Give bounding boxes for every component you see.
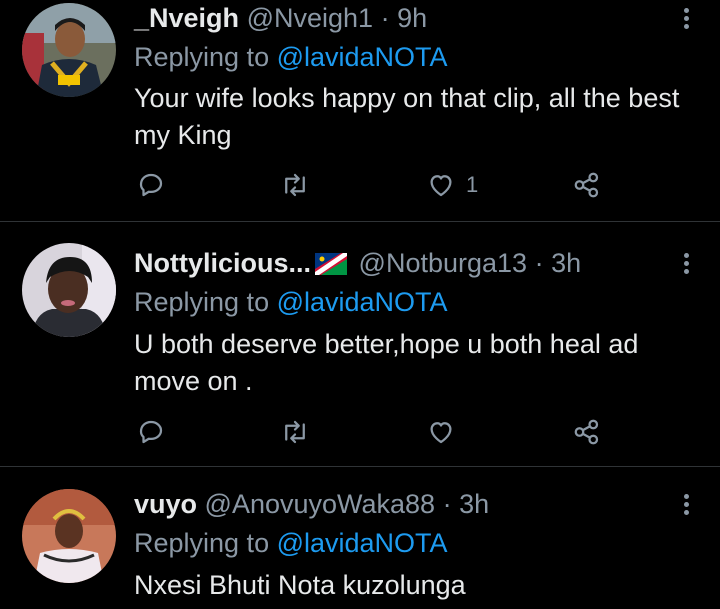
user-handle[interactable]: @Nveigh1 bbox=[247, 3, 373, 33]
avatar-nveigh[interactable] bbox=[22, 3, 116, 97]
tweet-3[interactable]: vuyo @AnovuyoWaka88 · 3h Replying to @la… bbox=[0, 467, 720, 609]
replying-prefix: Replying to bbox=[134, 42, 277, 72]
user-handle[interactable]: @Notburga13 bbox=[359, 248, 528, 278]
like-icon bbox=[430, 422, 452, 444]
separator-dot: · bbox=[380, 3, 390, 33]
tweet-header: vuyo @AnovuyoWaka88 · 3h bbox=[134, 488, 489, 520]
like-count: 1 bbox=[466, 172, 479, 197]
tweet-header: Nottylicious... @Notburga13 · 3h bbox=[134, 247, 581, 279]
timestamp[interactable]: 3h bbox=[551, 248, 581, 278]
tweet-text: U both deserve better,hope u both heal a… bbox=[134, 329, 639, 396]
more-icon[interactable] bbox=[676, 250, 696, 280]
reply-icon bbox=[139, 420, 163, 444]
display-name[interactable]: Nottylicious... bbox=[134, 248, 311, 278]
replying-prefix: Replying to bbox=[134, 528, 277, 558]
tweet-text: Nxesi Bhuti Nota kuzolunga bbox=[134, 570, 466, 600]
reply-button[interactable] bbox=[136, 415, 166, 449]
namibia-flag-icon bbox=[315, 253, 348, 275]
share-button[interactable] bbox=[572, 168, 602, 202]
timestamp[interactable]: 3h bbox=[459, 489, 489, 519]
tweet-1[interactable]: _Nveigh @Nveigh1 · 9h Replying to @lavid… bbox=[0, 0, 720, 221]
like-button[interactable]: 1 bbox=[426, 168, 478, 202]
action-bar bbox=[134, 415, 614, 449]
avatar-vuyo[interactable] bbox=[22, 489, 116, 583]
like-button[interactable] bbox=[426, 415, 466, 449]
tweet-text: Your wife looks happy on that clip, all … bbox=[134, 83, 680, 150]
reply-button[interactable] bbox=[136, 168, 166, 202]
tweet-2[interactable]: Nottylicious... @Notburga13 · 3h Replyin… bbox=[0, 222, 720, 466]
action-bar: 1 bbox=[134, 168, 614, 202]
reply-icon bbox=[139, 173, 163, 197]
display-name[interactable]: vuyo bbox=[134, 489, 197, 519]
mention-link[interactable]: @lavidaNOTA bbox=[277, 287, 448, 317]
retweet-button[interactable] bbox=[280, 415, 310, 449]
retweet-icon bbox=[285, 420, 305, 444]
replying-to: Replying to @lavidaNOTA bbox=[134, 286, 448, 318]
retweet-icon bbox=[285, 173, 305, 197]
mention-link[interactable]: @lavidaNOTA bbox=[277, 42, 448, 72]
retweet-button[interactable] bbox=[280, 168, 310, 202]
more-icon[interactable] bbox=[676, 491, 696, 521]
display-name[interactable]: _Nveigh bbox=[134, 3, 239, 33]
separator-dot: · bbox=[442, 489, 452, 519]
share-icon bbox=[574, 172, 599, 198]
avatar-nottylicious[interactable] bbox=[22, 243, 116, 337]
replying-to: Replying to @lavidaNOTA bbox=[134, 41, 448, 73]
mention-link[interactable]: @lavidaNOTA bbox=[277, 528, 448, 558]
replying-to: Replying to @lavidaNOTA bbox=[134, 527, 448, 559]
like-icon bbox=[430, 175, 452, 197]
timestamp[interactable]: 9h bbox=[397, 3, 427, 33]
separator-dot: · bbox=[534, 248, 544, 278]
tweet-header: _Nveigh @Nveigh1 · 9h bbox=[134, 2, 427, 34]
user-handle[interactable]: @AnovuyoWaka88 bbox=[205, 489, 436, 519]
replying-prefix: Replying to bbox=[134, 287, 277, 317]
more-icon[interactable] bbox=[676, 5, 696, 35]
share-button[interactable] bbox=[572, 415, 602, 449]
share-icon bbox=[574, 419, 599, 445]
